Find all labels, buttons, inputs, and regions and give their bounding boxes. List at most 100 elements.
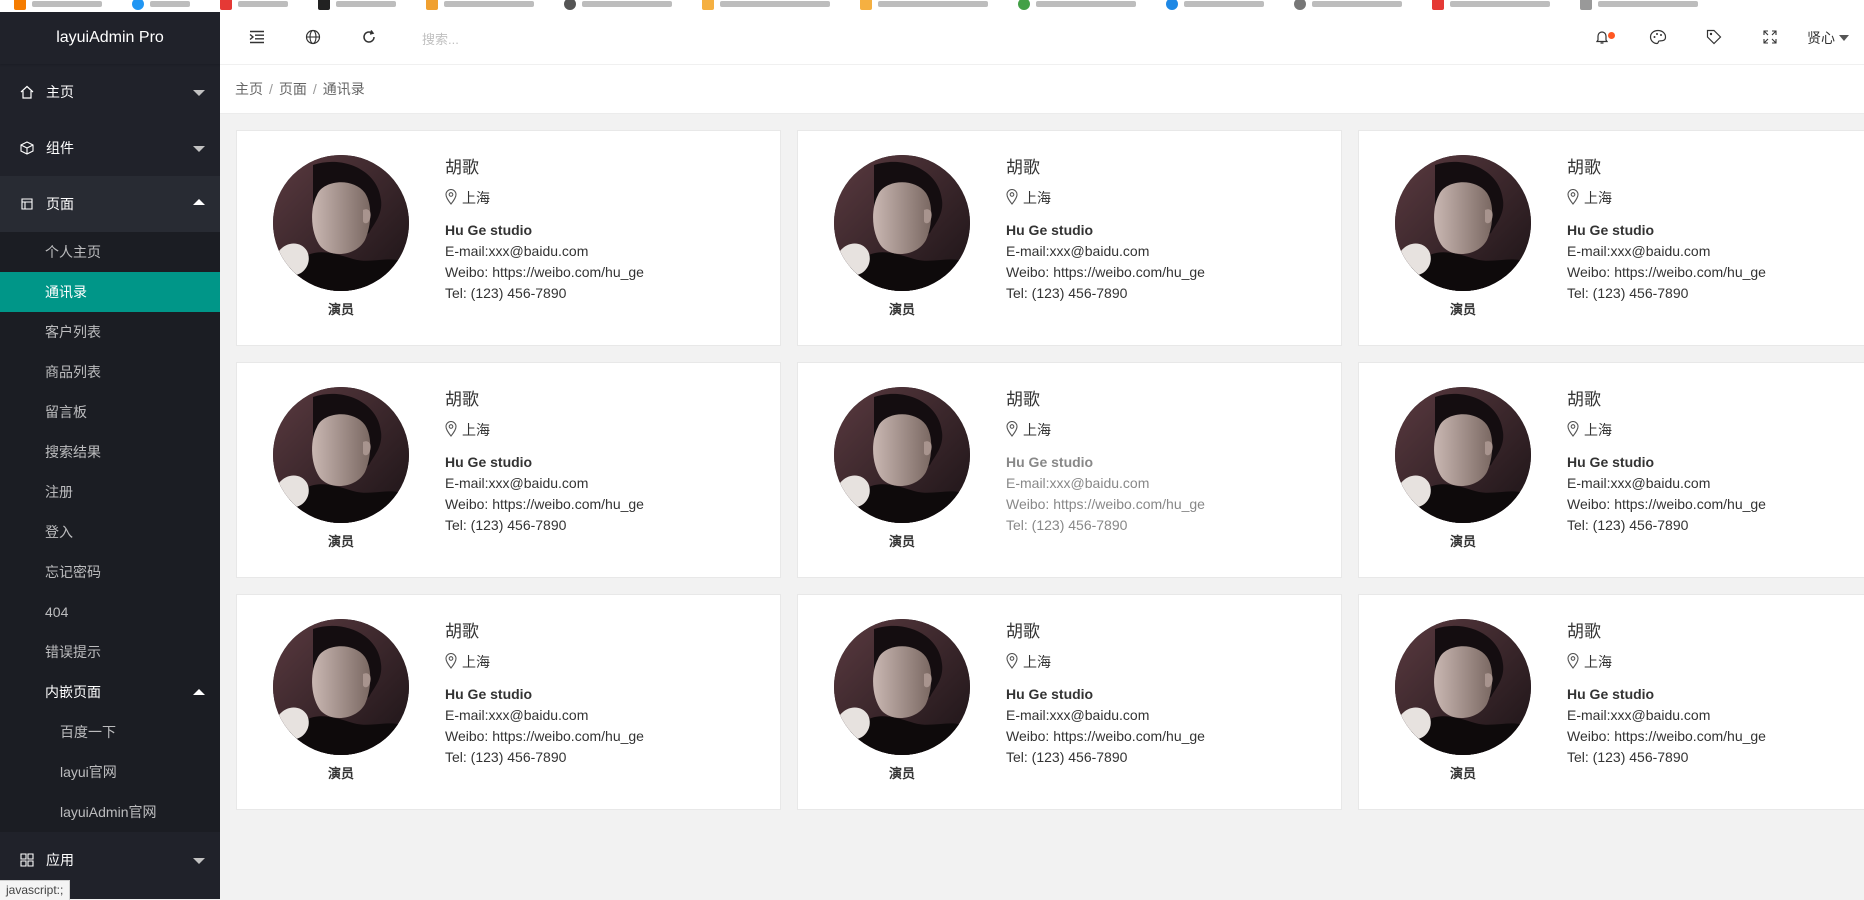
contact-info: 胡歌 上海 Hu Ge studio E-mail:xxx@baidu.com …: [1567, 617, 1766, 768]
contact-studio: Hu Ge studio: [1567, 222, 1655, 238]
location-pin-icon: [445, 652, 457, 672]
contact-role: 演员: [888, 766, 915, 781]
sidebar-nested-item[interactable]: layui官网: [0, 752, 220, 792]
contact-card[interactable]: 演员 胡歌 上海 Hu Ge studio E-mail:xxx@baidu.c…: [797, 594, 1342, 810]
bookmark[interactable]: [14, 0, 102, 12]
top-header: 贤心: [220, 12, 1864, 65]
contact-name: 胡歌: [1567, 158, 1601, 177]
contact-card[interactable]: 演员 胡歌 上海 Hu Ge studio E-mail:xxx@baidu.c…: [1358, 130, 1864, 346]
bookmark[interactable]: [426, 0, 534, 12]
contact-card[interactable]: 演员 胡歌 上海 Hu Ge studio E-mail:xxx@baidu.c…: [1358, 594, 1864, 810]
contact-email: E-mail:xxx@baidu.com: [445, 707, 589, 723]
bookmark[interactable]: [132, 0, 190, 12]
location-pin-icon: [1567, 652, 1579, 672]
bookmark[interactable]: [1294, 0, 1402, 12]
sidebar-item-label: 主页: [46, 84, 74, 100]
contact-avatar: [1395, 387, 1531, 523]
sidebar-subitem[interactable]: 404: [0, 592, 220, 632]
contact-weibo: Weibo: https://weibo.com/hu_ge: [1567, 728, 1766, 744]
bookmark[interactable]: [564, 0, 672, 12]
contact-card[interactable]: 演员 胡歌 上海 Hu Ge studio E-mail:xxx@baidu.c…: [236, 594, 781, 810]
contact-info: 胡歌 上海 Hu Ge studio E-mail:xxx@baidu.com …: [1567, 385, 1766, 536]
app-logo-title[interactable]: layuiAdmin Pro: [0, 12, 220, 64]
bookmark[interactable]: [1432, 0, 1550, 12]
contact-card[interactable]: 演员 胡歌 上海 Hu Ge studio E-mail:xxx@baidu.c…: [797, 362, 1342, 578]
contact-weibo: Weibo: https://weibo.com/hu_ge: [445, 728, 644, 744]
sidebar-subitem-active[interactable]: 通讯录: [0, 272, 220, 312]
sidebar-subitem[interactable]: 留言板: [0, 392, 220, 432]
contact-avatar: [273, 387, 409, 523]
sidebar-item-home[interactable]: 主页: [0, 64, 220, 120]
contact-location: 上海: [1567, 652, 1766, 672]
contact-email: E-mail:xxx@baidu.com: [1006, 707, 1150, 723]
website-button[interactable]: [290, 12, 336, 64]
contact-card[interactable]: 演员 胡歌 上海 Hu Ge studio E-mail:xxx@baidu.c…: [797, 130, 1342, 346]
bookmark[interactable]: [1166, 0, 1264, 12]
component-icon: [20, 141, 34, 155]
sidebar-subnav-pages: 个人主页 通讯录 客户列表 商品列表 留言板 搜索结果 注册 登入 忘记密码 4…: [0, 232, 220, 832]
contact-location: 上海: [1567, 420, 1766, 440]
sidebar-item-components[interactable]: 组件: [0, 120, 220, 176]
breadcrumb-link[interactable]: 页面: [279, 79, 307, 99]
search-input[interactable]: [420, 24, 704, 54]
sidebar-item-label: 页面: [46, 196, 74, 212]
fullscreen-button[interactable]: [1747, 12, 1793, 64]
contact-card[interactable]: 演员 胡歌 上海 Hu Ge studio E-mail:xxx@baidu.c…: [236, 130, 781, 346]
contact-info: 胡歌 上海 Hu Ge studio E-mail:xxx@baidu.com …: [445, 153, 644, 304]
contact-card[interactable]: 演员 胡歌 上海 Hu Ge studio E-mail:xxx@baidu.c…: [236, 362, 781, 578]
theme-button[interactable]: [1635, 12, 1681, 64]
sidebar-subitem-label: 内嵌页面: [45, 684, 101, 700]
sidebar-subitem-nested-group[interactable]: 内嵌页面: [0, 672, 220, 712]
contact-location: 上海: [1006, 420, 1205, 440]
bookmark[interactable]: [220, 0, 288, 12]
contact-role: 演员: [888, 302, 915, 317]
location-pin-icon: [1567, 420, 1579, 440]
sidebar-subitem[interactable]: 登入: [0, 512, 220, 552]
contact-studio: Hu Ge studio: [445, 222, 533, 238]
sidebar-nested-item[interactable]: layuiAdmin官网: [0, 792, 220, 832]
fullscreen-icon: [1763, 29, 1777, 47]
sidebar-subitem[interactable]: 商品列表: [0, 352, 220, 392]
contact-avatar: [1395, 155, 1531, 291]
contact-role: 演员: [1449, 766, 1476, 781]
contact-avatar: [834, 155, 970, 291]
contact-email: E-mail:xxx@baidu.com: [445, 475, 589, 491]
user-menu[interactable]: 贤心: [1807, 12, 1849, 64]
sidebar-item-label: 应用: [46, 852, 74, 868]
contact-role: 演员: [327, 302, 354, 317]
breadcrumb-link[interactable]: 主页: [235, 79, 263, 99]
contact-tel: Tel: (123) 456-7890: [1006, 285, 1128, 301]
contact-tel: Tel: (123) 456-7890: [445, 749, 567, 765]
bookmark[interactable]: [318, 0, 396, 12]
sidebar-item-pages[interactable]: 页面: [0, 176, 220, 232]
sidebar-subitem[interactable]: 忘记密码: [0, 552, 220, 592]
bookmark[interactable]: [1018, 0, 1136, 12]
chevron-down-icon: [1839, 35, 1849, 41]
sidebar-subitem[interactable]: 错误提示: [0, 632, 220, 672]
tag-button[interactable]: [1691, 12, 1737, 64]
toggle-sidebar-button[interactable]: [234, 12, 280, 64]
bookmark[interactable]: [860, 0, 988, 12]
contact-location: 上海: [1567, 188, 1766, 208]
bell-icon: [1594, 29, 1610, 48]
sidebar-subitem[interactable]: 个人主页: [0, 232, 220, 272]
sidebar-subitem[interactable]: 搜索结果: [0, 432, 220, 472]
breadcrumb: 主页 / 页面 / 通讯录: [220, 65, 1864, 114]
refresh-button[interactable]: [346, 12, 392, 64]
contact-name: 胡歌: [1006, 622, 1040, 641]
contact-avatar: [273, 155, 409, 291]
contact-name: 胡歌: [445, 622, 479, 641]
sidebar-subitem[interactable]: 注册: [0, 472, 220, 512]
contact-info: 胡歌 上海 Hu Ge studio E-mail:xxx@baidu.com …: [1006, 617, 1205, 768]
location-pin-icon: [1006, 188, 1018, 208]
contact-weibo: Weibo: https://weibo.com/hu_ge: [1006, 496, 1205, 512]
sidebar-subitem[interactable]: 客户列表: [0, 312, 220, 352]
bookmark[interactable]: [1580, 0, 1698, 12]
globe-icon: [305, 29, 321, 48]
notification-button[interactable]: [1579, 12, 1625, 64]
contact-card[interactable]: 演员 胡歌 上海 Hu Ge studio E-mail:xxx@baidu.c…: [1358, 362, 1864, 578]
bookmark[interactable]: [702, 0, 830, 12]
sidebar-nested-item[interactable]: 百度一下: [0, 712, 220, 752]
location-pin-icon: [445, 420, 457, 440]
contact-role: 演员: [1449, 534, 1476, 549]
